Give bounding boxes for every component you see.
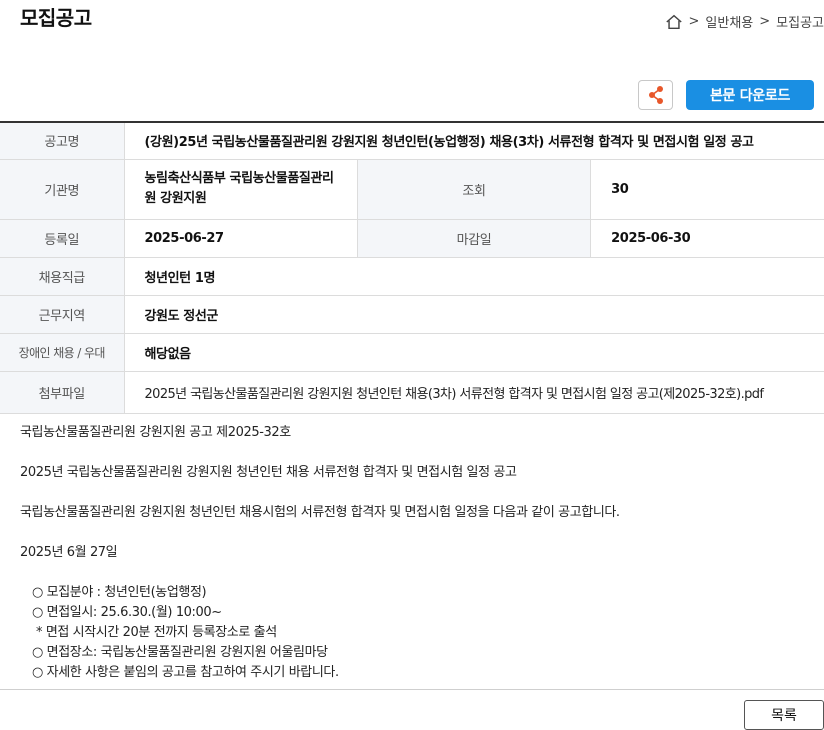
notice-date: 2025년 6월 27일 (20, 545, 118, 560)
divider (0, 689, 824, 690)
home-icon[interactable] (665, 13, 683, 31)
label-title: 공고명 (0, 122, 125, 160)
breadcrumb-separator: > (688, 14, 700, 29)
label-attachment: 첨부파일 (0, 371, 125, 414)
notice-body: 국립농산물품질관리원 강원지원 공고 제2025-32호 2025년 국립농산물… (20, 423, 820, 683)
label-rank: 채용직급 (0, 257, 125, 296)
label-registered: 등록일 (0, 219, 125, 258)
table-row: 등록일 2025-06-27 마감일 2025-06-30 (0, 219, 824, 258)
notice-info-table: 공고명 (강원)25년 국립농산물품질관리원 강원지원 청년인턴(농업행정) 채… (0, 121, 824, 414)
label-org: 기관명 (0, 159, 125, 220)
table-row: 공고명 (강원)25년 국립농산물품질관리원 강원지원 청년인턴(농업행정) 채… (0, 122, 824, 160)
breadcrumb: > 일반채용 > 모집공고 (665, 12, 824, 31)
disability-value: 해당없음 (124, 333, 824, 372)
notice-number: 국립농산물품질관리원 강원지원 공고 제2025-32호 (20, 425, 291, 440)
list-item: ○ 면접일시: 25.6.30.(월) 10:00~ (32, 605, 222, 620)
share-button[interactable] (638, 80, 673, 110)
views-value: 30 (590, 159, 824, 220)
label-views: 조회 (356, 159, 592, 220)
region-value: 강원도 정선군 (124, 295, 824, 334)
label-deadline: 마감일 (356, 219, 592, 258)
list-item: ○ 자세한 사항은 붙임의 공고를 참고하여 주시기 바랍니다. (32, 665, 339, 680)
table-row: 기관명 농림축산식품부 국립농산물품질관리원 강원지원 조회 30 (0, 159, 824, 220)
breadcrumb-item-notice[interactable]: 모집공고 (776, 12, 824, 31)
registered-value: 2025-06-27 (124, 219, 358, 258)
label-region: 근무지역 (0, 295, 125, 334)
table-row: 첨부파일 2025년 국립농산물품질관리원 강원지원 청년인턴 채용(3차) 서… (0, 371, 824, 414)
breadcrumb-item-general-recruit[interactable]: 일반채용 (705, 12, 753, 31)
list-item: ○ 모집분야 : 청년인턴(농업행정) (32, 585, 207, 600)
rank-value: 청년인턴 1명 (124, 257, 824, 296)
attachment-link[interactable]: 2025년 국립농산물품질관리원 강원지원 청년인턴 채용(3차) 서류전형 합… (124, 371, 824, 414)
org-value: 농림축산식품부 국립농산물품질관리원 강원지원 (124, 159, 358, 220)
notice-title: (강원)25년 국립농산물품질관리원 강원지원 청년인턴(농업행정) 채용(3차… (124, 122, 824, 160)
notice-intro: 국립농산물품질관리원 강원지원 청년인턴 채용시험의 서류전형 합격자 및 면접… (20, 505, 620, 520)
page-title: 모집공고 (20, 6, 92, 30)
label-disability: 장애인 채용 / 우대 (0, 333, 125, 372)
deadline-value: 2025-06-30 (590, 219, 824, 258)
table-row: 채용직급 청년인턴 1명 (0, 257, 824, 296)
notice-heading: 2025년 국립농산물품질관리원 강원지원 청년인턴 채용 서류전형 합격자 및… (20, 465, 517, 480)
download-body-button[interactable]: 본문 다운로드 (686, 80, 814, 110)
list-item-note: * 면접 시작시간 20분 전까지 등록장소로 출석 (36, 625, 277, 640)
breadcrumb-separator: > (759, 14, 771, 29)
table-row: 근무지역 강원도 정선군 (0, 295, 824, 334)
table-row: 장애인 채용 / 우대 해당없음 (0, 333, 824, 372)
share-icon (648, 86, 663, 104)
list-item: ○ 면접장소: 국립농산물품질관리원 강원지원 어울림마당 (32, 645, 328, 660)
list-button[interactable]: 목록 (744, 700, 824, 730)
